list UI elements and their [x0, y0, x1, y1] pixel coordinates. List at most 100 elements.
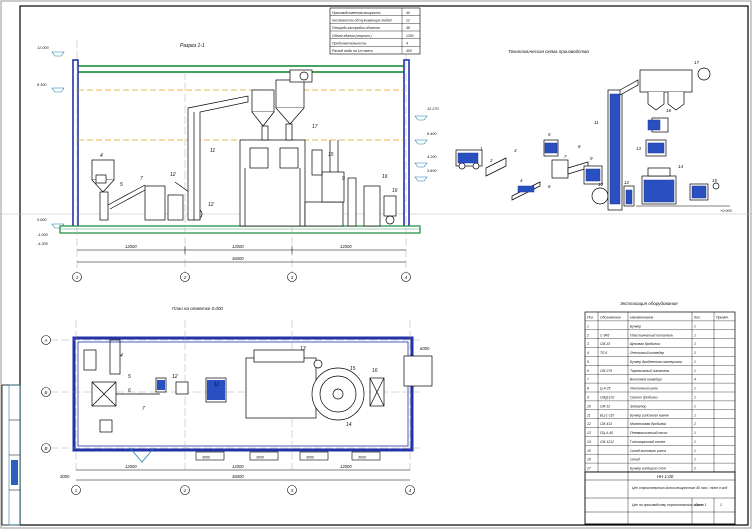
spec-header: Поз. [587, 315, 594, 319]
sheet-label: Лист 1 [694, 503, 707, 507]
callout: 11 [594, 120, 599, 125]
spec-cell: Винтовой конвейер [630, 378, 662, 382]
level-mark: 3.600 [427, 169, 437, 173]
spec-cell: 1 [694, 342, 696, 346]
spec-cell: С-945 [600, 333, 609, 337]
dim-label: 3000 [60, 474, 70, 479]
spec-cell: СМ-413 [600, 422, 612, 426]
callout: 11 [214, 382, 219, 388]
spec-cell: Гипсоварочный котел [630, 440, 665, 444]
callout: 9 [342, 176, 345, 182]
dim-label: 12000 [340, 464, 352, 469]
room-mark: 3000 [256, 456, 264, 460]
stats-label: Численность обслуживающих людей [332, 19, 392, 23]
callout: 4 [100, 153, 103, 159]
level-mark: 0.000 [37, 218, 47, 222]
callout: 6 [128, 388, 131, 394]
spec-cell: 2 [693, 351, 696, 355]
spec-title: Экспликация оборудования [620, 301, 678, 306]
level-mark: 12.000 [37, 46, 50, 50]
callout: 16 [372, 368, 378, 374]
callout: 4 [120, 353, 123, 359]
spec-header: Наименование [630, 315, 654, 319]
spec-cell: 1 [694, 333, 696, 337]
spec-cell: СМ-12 [600, 404, 610, 408]
spec-cell: 11 [587, 413, 591, 417]
room-mark: 3000 [202, 456, 210, 460]
spec-cell: БЦ-1-110 [600, 413, 614, 417]
spec-cell: 1 [694, 369, 696, 373]
spec-cell: Бункер кипящего слоя [630, 467, 666, 471]
spec-cell: Бункер гипсового камня [630, 413, 669, 417]
stats-value: 48 [406, 26, 410, 30]
callout: 2 [489, 158, 493, 163]
callout: 12 [172, 374, 178, 380]
level-mark: -4.300 [37, 242, 49, 246]
margin-stamp [1, 384, 21, 526]
spec-cell: 2 [693, 467, 696, 471]
level-mark: -1.000 [37, 233, 49, 237]
spec-cell: СМ-1212 [600, 440, 614, 444]
axis-label: В [44, 446, 47, 451]
dim-label: 6000 [420, 346, 430, 351]
project-name: Цех строительного гипса мощностью 40 тыс… [632, 486, 727, 490]
spec-cell: Склад готового гипса [630, 449, 666, 453]
callout: 15 [328, 152, 334, 158]
spec-cell: 1 [587, 324, 589, 328]
stats-value: 4 [406, 42, 408, 46]
drawing-sheet: Разрез 1-1 12.000 8.300 0.000 -1.000 -4.… [0, 0, 752, 529]
spec-cell: Пластинчатый питатель [630, 333, 673, 337]
spec-cell: 4 [694, 378, 696, 382]
spec-cell: 1 [694, 360, 696, 364]
spec-cell: Элеватор [630, 404, 646, 408]
section-title: Разрез 1-1 [180, 43, 205, 49]
callout: 12 [170, 172, 176, 178]
stats-label: Объем здания (строит.) [332, 34, 372, 38]
stats-value: 40 [406, 11, 410, 15]
callout: 12 [624, 180, 630, 185]
callout: 5 [120, 182, 123, 188]
spec-cell: 15 [587, 449, 591, 453]
spec-cell: Тарельчатый питатель [630, 369, 670, 373]
dim-label: 12000 [125, 244, 137, 249]
callout: 7 [140, 176, 143, 182]
callout: 15 [712, 178, 718, 183]
dim-label: 36000 [232, 474, 244, 479]
spec-cell: 1 [694, 440, 696, 444]
spec-cell: 1 [694, 387, 696, 391]
axis-label: 2 [183, 488, 187, 493]
axis-label: А [43, 338, 47, 343]
stats-label: Площадь застройки объекта [332, 26, 380, 30]
plan-title: План на отметке 0.000 [172, 306, 223, 311]
spec-cell: 7 [587, 378, 589, 382]
spec-header: Кол. [694, 315, 701, 319]
callout: 16 [382, 174, 388, 180]
spec-cell: Щековая дробилка [630, 342, 660, 346]
callout: 13 [636, 146, 642, 151]
spec-cell: СМ-279 [600, 369, 612, 373]
spec-cell: 10 [587, 404, 591, 408]
dim-label: 12000 [232, 244, 244, 249]
spec-cell: СМД-102 [600, 395, 615, 399]
callout: 16 [392, 188, 398, 194]
spec-cell: 5 [587, 360, 589, 364]
callout: 14 [678, 164, 684, 169]
room-mark: 3000 [358, 456, 366, 460]
spec-cell: 9 [587, 395, 589, 399]
stats-label: Производственная мощность [332, 11, 381, 15]
dim-label: 12000 [232, 464, 244, 469]
spec-header: Примеч. [716, 315, 729, 319]
title-block: НН 1.00 Цех строительного гипса мощность… [584, 471, 736, 525]
spec-cell: Бункер [630, 324, 641, 328]
callout: 17 [694, 60, 700, 65]
axis-label: Б [45, 390, 48, 395]
spec-cell: Бункер дробленного материала [630, 360, 682, 364]
axis-label: 2 [183, 275, 187, 280]
callout: 5 [128, 374, 131, 380]
spec-cell: Ц-4-25 [600, 387, 610, 391]
spec-cell: 1 [694, 431, 696, 435]
spec-cell: 17 [587, 467, 591, 471]
callout: 11 [210, 148, 215, 154]
dim-label: 36000 [232, 256, 244, 261]
spec-cell: Ленточный конвейер [629, 351, 664, 355]
